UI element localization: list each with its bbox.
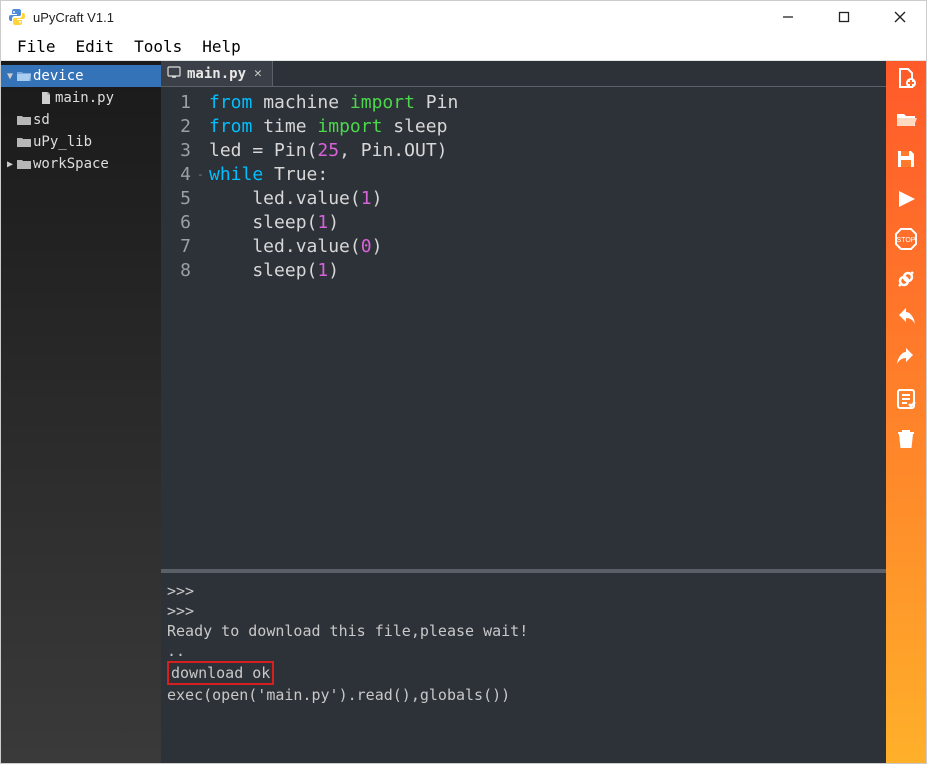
line-number: 6 <box>161 211 191 235</box>
save-file-button[interactable] <box>892 147 920 175</box>
undo-button[interactable] <box>892 307 920 335</box>
tree-item-label: uPy_lib <box>33 134 92 150</box>
tree-item-sd[interactable]: ▶sd <box>1 109 161 131</box>
folder-icon <box>15 157 33 171</box>
console-line: >>> <box>167 581 880 601</box>
new-file-icon <box>894 67 918 95</box>
stop-icon: STOP <box>894 227 918 255</box>
maximize-button[interactable] <box>826 3 862 31</box>
line-number-gutter: 12345678 <box>161 87 197 569</box>
open-file-button[interactable] <box>892 107 920 135</box>
tree-item-uPy_lib[interactable]: ▶uPy_lib <box>1 131 161 153</box>
save-file-icon <box>894 147 918 175</box>
content-area: ▼ device ▶main.py▶sd▶uPy_lib ▶ workSpace mai… <box>1 61 926 763</box>
line-number: 2 <box>161 115 191 139</box>
redo-button[interactable] <box>892 347 920 375</box>
code-line[interactable]: from time import sleep <box>209 115 886 139</box>
fold-marker[interactable]: - <box>197 163 209 187</box>
fold-marker <box>197 259 209 283</box>
code-line[interactable]: from machine import Pin <box>209 91 886 115</box>
code-area[interactable]: from machine import Pinfrom time import … <box>209 87 886 569</box>
repl-console[interactable]: >>> >>> Ready to download this file,plea… <box>161 573 886 763</box>
right-toolbar: STOP <box>886 61 926 763</box>
console-line: download ok <box>167 661 880 685</box>
delete-button[interactable] <box>892 427 920 455</box>
folder-icon <box>15 135 33 149</box>
menu-tools[interactable]: Tools <box>124 34 192 59</box>
menu-edit[interactable]: Edit <box>66 34 125 59</box>
main-pane: main.py ✕ 12345678 - from machine import… <box>161 61 886 763</box>
delete-icon <box>894 427 918 455</box>
line-number: 3 <box>161 139 191 163</box>
code-editor[interactable]: 12345678 - from machine import Pinfrom t… <box>161 87 886 569</box>
console-line: .. <box>167 641 880 661</box>
tree-item-main-py[interactable]: ▶main.py <box>1 87 161 109</box>
file-icon <box>37 91 55 105</box>
line-number: 1 <box>161 91 191 115</box>
menu-help[interactable]: Help <box>192 34 251 59</box>
menu-file[interactable]: File <box>7 34 66 59</box>
code-line[interactable]: led.value(1) <box>209 187 886 211</box>
chevron-right-icon[interactable]: ▶ <box>5 159 15 170</box>
run-button[interactable] <box>892 187 920 215</box>
titlebar: uPyCraft V1.1 <box>1 1 926 33</box>
window-title: uPyCraft V1.1 <box>33 10 770 25</box>
code-line[interactable]: while True: <box>209 163 886 187</box>
minimize-button[interactable] <box>770 3 806 31</box>
menubar: File Edit Tools Help <box>1 33 926 61</box>
fold-marker <box>197 115 209 139</box>
syntax-check-button[interactable] <box>892 387 920 415</box>
app-icon <box>9 9 25 25</box>
file-tree[interactable]: ▼ device ▶main.py▶sd▶uPy_lib ▶ workSpace <box>1 61 161 763</box>
run-icon <box>894 187 918 215</box>
folder-icon <box>15 69 33 83</box>
console-line: Ready to download this file,please wait! <box>167 621 880 641</box>
new-file-button[interactable] <box>892 67 920 95</box>
download-ok-highlight: download ok <box>167 661 274 685</box>
tab-bar: main.py ✕ <box>161 61 886 87</box>
tree-item-workSpace[interactable]: ▶ workSpace <box>1 153 161 175</box>
fold-marker <box>197 139 209 163</box>
app-window: uPyCraft V1.1 File Edit Tools Help ▼ devi… <box>0 0 927 764</box>
line-number: 4 <box>161 163 191 187</box>
tree-item-label: main.py <box>55 90 114 106</box>
fold-column[interactable]: - <box>197 87 209 569</box>
console-line: >>> <box>167 601 880 621</box>
chevron-down-icon[interactable]: ▼ <box>5 71 15 82</box>
fold-marker <box>197 187 209 211</box>
connect-button[interactable] <box>892 267 920 295</box>
svg-text:STOP: STOP <box>897 237 916 244</box>
tab-main-py[interactable]: main.py ✕ <box>161 61 273 86</box>
fold-marker <box>197 91 209 115</box>
tree-item-label: workSpace <box>33 156 109 172</box>
undo-icon <box>894 307 918 335</box>
folder-icon <box>15 113 33 127</box>
line-number: 5 <box>161 187 191 211</box>
fold-marker <box>197 235 209 259</box>
line-number: 7 <box>161 235 191 259</box>
syntax-check-icon <box>894 387 918 415</box>
window-controls <box>770 3 918 31</box>
open-file-icon <box>894 107 918 135</box>
tree-item-device[interactable]: ▼ device <box>1 65 161 87</box>
tab-close-icon[interactable]: ✕ <box>252 66 264 81</box>
connect-icon <box>894 267 918 295</box>
code-line[interactable]: led = Pin(25, Pin.OUT) <box>209 139 886 163</box>
console-line: exec(open('main.py').read(),globals()) <box>167 685 880 705</box>
code-line[interactable]: sleep(1) <box>209 211 886 235</box>
code-line[interactable]: sleep(1) <box>209 259 886 283</box>
tab-file-icon <box>167 65 181 83</box>
tree-item-label: device <box>33 68 84 84</box>
tab-label: main.py <box>187 66 246 82</box>
tree-item-label: sd <box>33 112 50 128</box>
redo-icon <box>894 347 918 375</box>
code-line[interactable]: led.value(0) <box>209 235 886 259</box>
fold-marker <box>197 211 209 235</box>
line-number: 8 <box>161 259 191 283</box>
close-button[interactable] <box>882 3 918 31</box>
stop-button[interactable]: STOP <box>892 227 920 255</box>
